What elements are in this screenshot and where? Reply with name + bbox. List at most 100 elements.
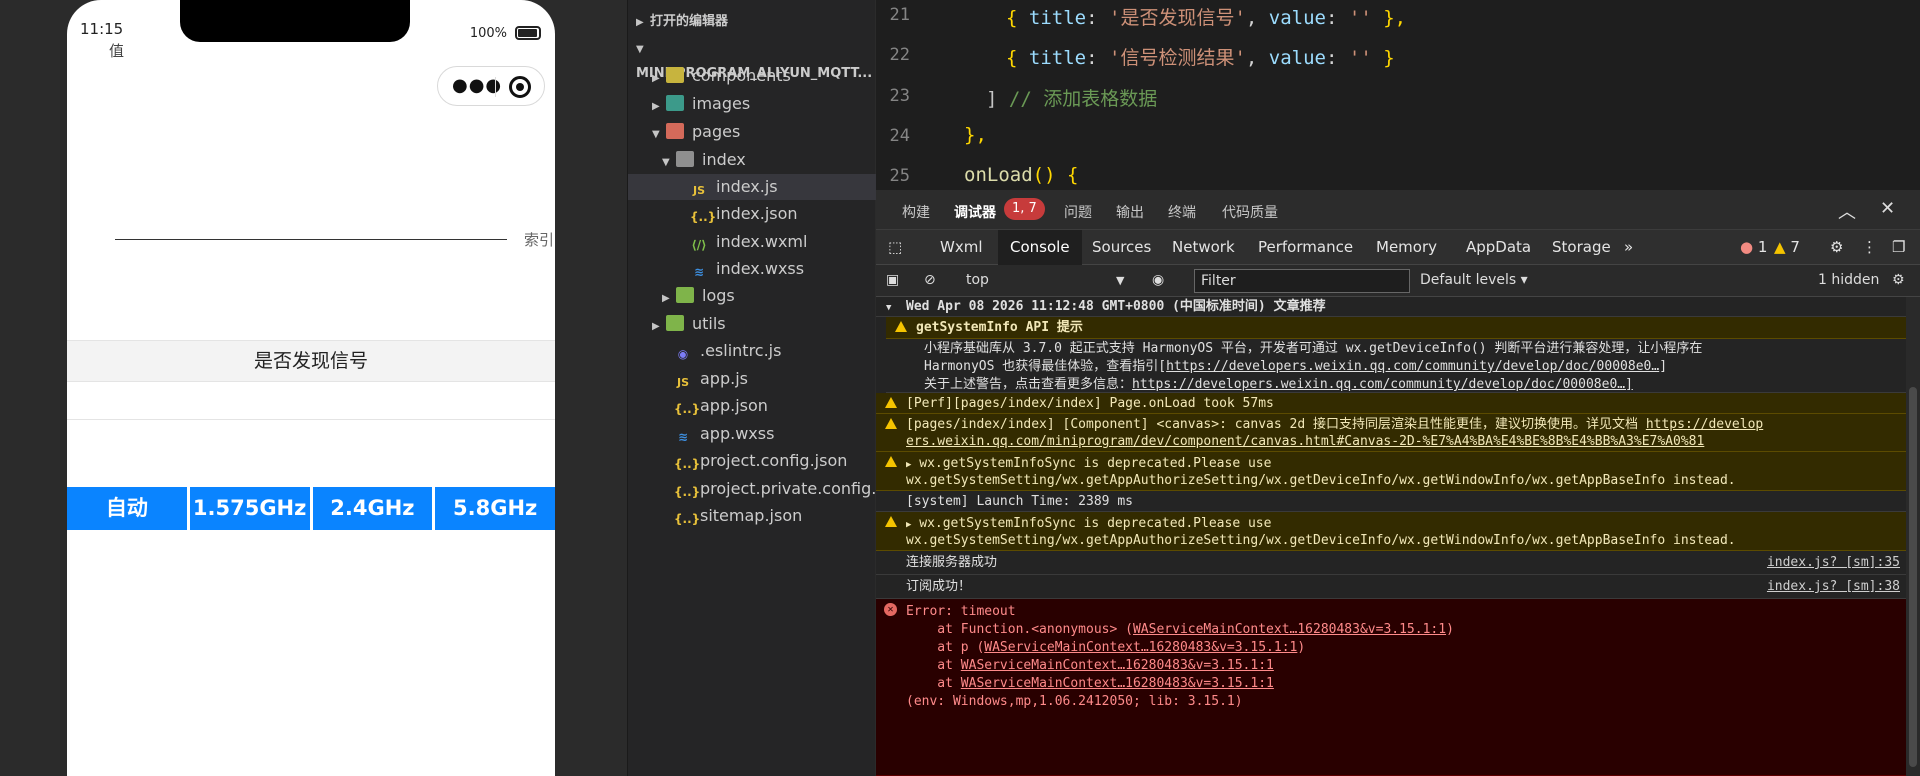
code-line: { title: '信号检测结果', value: '' } xyxy=(1006,47,1395,69)
tab-code-quality[interactable]: 代码质量 xyxy=(1222,202,1278,222)
tab-performance[interactable]: Performance xyxy=(1246,230,1365,265)
console-log[interactable]: ▼ Wed Apr 08 2026 11:12:48 GMT+0800 (中国标… xyxy=(876,297,1920,776)
console-scrollbar[interactable] xyxy=(1906,297,1920,776)
close-icon[interactable]: ✕ xyxy=(1880,198,1895,219)
tree-item-eslintrc[interactable]: ◉ .eslintrc.js xyxy=(674,338,782,364)
tab-network[interactable]: Network xyxy=(1160,230,1247,265)
stack-link[interactable]: WAServiceMainContext…16280483&v=3.15.1:1 xyxy=(984,640,1297,655)
context-dropdown-icon[interactable]: ▼ xyxy=(1116,274,1124,287)
eye-icon[interactable]: ◉ xyxy=(1152,272,1164,288)
freq-24-button[interactable]: 2.4GHz xyxy=(312,487,433,530)
code-token: // 添加表格数据 xyxy=(997,88,1158,110)
tab-problems[interactable]: 问题 xyxy=(1064,202,1092,222)
tree-item-index-wxml[interactable]: ⟨/⟩ index.wxml xyxy=(690,229,807,255)
chevron-up-icon[interactable]: ︿ xyxy=(1838,198,1856,224)
js-file-icon: JS xyxy=(676,376,689,389)
open-editors-section[interactable]: ▶ 打开的编辑器 xyxy=(628,10,876,34)
tree-item-index-json[interactable]: {..}index.json xyxy=(690,201,798,227)
doc-link[interactable]: https://develop xyxy=(1646,417,1763,432)
warning-icon xyxy=(885,397,897,408)
tab-build[interactable]: 构建 xyxy=(902,202,930,222)
log-text: 关于上述警告，点击查看更多信息： xyxy=(924,377,1133,392)
freq-1575-button[interactable]: 1.575GHz xyxy=(189,487,310,530)
doc-link[interactable]: https://developers.weixin.qq.com/communi… xyxy=(1132,377,1633,392)
tab-debugger[interactable]: 调试器 xyxy=(954,202,996,222)
tree-item-app-js[interactable]: JS app.js xyxy=(674,366,748,392)
status-extra: 值 xyxy=(109,42,125,60)
tab-wxml[interactable]: Wxml xyxy=(928,230,995,265)
hidden-count: 1 hidden xyxy=(1818,272,1880,288)
error-icon: ✕ xyxy=(884,603,897,616)
log-text: 订阅成功！ xyxy=(906,579,972,594)
project-section[interactable]: ▼MINI_PROGRAM_ALIYUN_MQTT... xyxy=(628,37,876,81)
tree-item-label: index.json xyxy=(716,204,798,223)
json-file-icon: {..} xyxy=(674,512,701,526)
tree-item-sitemap[interactable]: {..}sitemap.json xyxy=(674,503,802,529)
tree-item-label: index xyxy=(702,150,746,169)
eslint-icon: ◉ xyxy=(677,347,689,361)
log-text: at p ( xyxy=(906,640,985,655)
log-warning-deprecated[interactable]: ▶ wx.getSystemInfoSync is deprecated.Ple… xyxy=(876,452,1906,491)
scrollbar-thumb[interactable] xyxy=(1909,387,1917,767)
dock-icon[interactable]: ❐ xyxy=(1880,230,1917,265)
folder-icon xyxy=(676,287,694,303)
line-number: 21 xyxy=(889,5,910,25)
stack-link[interactable]: WAServiceMainContext…16280483&v=3.15.1:1 xyxy=(961,676,1274,691)
filter-input[interactable]: Filter xyxy=(1194,269,1410,293)
code-line: onLoad() { xyxy=(964,164,1078,186)
battery-icon xyxy=(515,26,541,40)
code-token: title xyxy=(1028,7,1087,29)
auto-button[interactable]: 自动 xyxy=(67,487,187,530)
tree-item-images[interactable]: ▶ images xyxy=(652,91,750,117)
context-select[interactable]: top xyxy=(966,272,989,288)
log-subscribe: 订阅成功！ index.js? [sm]:38 xyxy=(876,575,1906,599)
clear-console-icon[interactable]: ⊘ xyxy=(924,272,936,288)
freq-58-button[interactable]: 5.8GHz xyxy=(435,487,555,530)
warning-count-icon[interactable]: ▲ 7 xyxy=(1762,230,1812,265)
tree-item-app-wxss[interactable]: ≋ app.wxss xyxy=(674,421,774,447)
log-text: getSystemInfo API 提示 xyxy=(916,320,1083,335)
chevron-right-icon: ▶ xyxy=(662,293,670,304)
doc-link[interactable]: https://developers.weixin.qq.com/communi… xyxy=(1166,359,1659,374)
tree-item-index-js[interactable]: JS index.js xyxy=(628,174,876,200)
source-link[interactable]: index.js? [sm]:38 xyxy=(1767,578,1900,596)
log-text: at xyxy=(906,658,961,673)
table-row-result xyxy=(67,382,555,420)
tab-console[interactable]: Console xyxy=(998,230,1082,265)
tab-output[interactable]: 输出 xyxy=(1116,202,1144,222)
tree-item-index-wxss[interactable]: ≋ index.wxss xyxy=(690,256,804,282)
tree-item-project-config[interactable]: {..}project.config.json xyxy=(674,448,847,474)
tree-item-components[interactable]: ▶ components xyxy=(652,63,791,89)
code-token: '信号检测结果' xyxy=(1109,47,1246,69)
tab-sources[interactable]: Sources xyxy=(1080,230,1163,265)
log-text: wx.getSystemInfoSync is deprecated.Pleas… xyxy=(919,516,1272,531)
code-editor[interactable]: 21 { title: '是否发现信号', value: '' }, 22 { … xyxy=(876,0,1920,190)
index-label: 索引 xyxy=(524,231,555,249)
log-group-header[interactable]: ▼ Wed Apr 08 2026 11:12:48 GMT+0800 (中国标… xyxy=(876,297,1906,317)
stack-link[interactable]: WAServiceMainContext…16280483&v=3.15.1:1 xyxy=(1133,622,1446,637)
close-target-icon[interactable] xyxy=(509,76,531,98)
tree-item-project-private-config[interactable]: {..}project.private.config.js... xyxy=(674,476,904,502)
tab-storage[interactable]: Storage xyxy=(1540,230,1623,265)
stack-link[interactable]: WAServiceMainContext…16280483&v=3.15.1:1 xyxy=(961,658,1274,673)
tree-item-app-json[interactable]: {..}app.json xyxy=(674,393,768,419)
more-tabs-icon[interactable]: » xyxy=(1612,230,1645,265)
tab-terminal[interactable]: 终端 xyxy=(1168,202,1196,222)
tree-item-pages[interactable]: ▼ pages xyxy=(652,119,740,145)
log-warning-deprecated[interactable]: ▶ wx.getSystemInfoSync is deprecated.Ple… xyxy=(876,512,1906,551)
console-settings-icon[interactable]: ⚙ xyxy=(1892,272,1905,288)
doc-link[interactable]: ers.weixin.qq.com/miniprogram/dev/compon… xyxy=(906,433,1704,451)
log-text-line: 关于上述警告，点击查看更多信息：https://developers.weixi… xyxy=(924,376,1633,394)
code-token: value xyxy=(1268,47,1326,69)
log-text-line: [pages/index/index] [Component] <canvas>… xyxy=(906,416,1763,434)
tree-item-utils[interactable]: ▶ utils xyxy=(652,311,726,337)
tab-memory[interactable]: Memory xyxy=(1364,230,1449,265)
source-link[interactable]: index.js? [sm]:35 xyxy=(1767,554,1900,572)
inspect-icon[interactable]: ⬚ xyxy=(876,230,910,265)
tab-appdata[interactable]: AppData xyxy=(1454,230,1543,265)
tree-item-index-folder[interactable]: ▼ index xyxy=(662,147,746,173)
sidebar-toggle-icon[interactable]: ▣ xyxy=(886,272,899,288)
log-warning-title: getSystemInfo API 提示 xyxy=(886,317,1906,339)
log-levels-select[interactable]: Default levels ▾ xyxy=(1420,272,1528,288)
tree-item-logs[interactable]: ▶ logs xyxy=(662,283,735,309)
